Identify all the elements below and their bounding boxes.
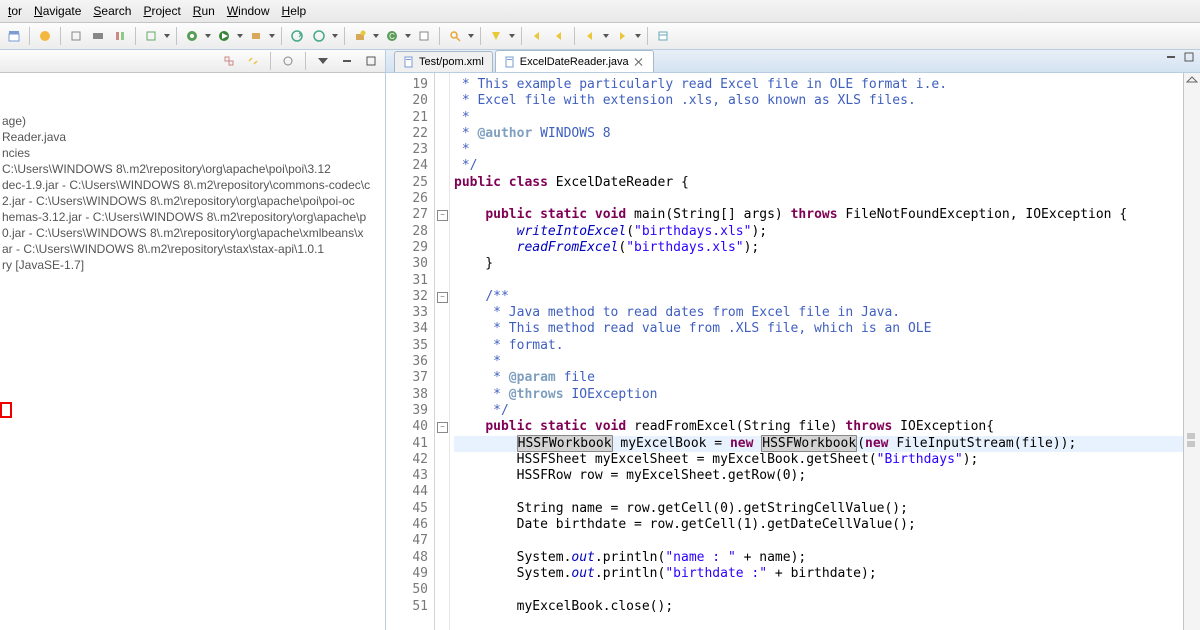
collapse-all-icon[interactable] (219, 51, 239, 71)
toolbar-button[interactable] (246, 26, 266, 46)
tree-item[interactable]: 0.jar - C:\Users\WINDOWS 8\.m2\repositor… (2, 225, 383, 241)
toolbar-button[interactable] (287, 26, 307, 46)
toolbar-button[interactable] (486, 26, 506, 46)
back-button[interactable] (527, 26, 547, 46)
new-class-button[interactable]: C (382, 26, 402, 46)
tree-item[interactable]: hemas-3.12.jar - C:\Users\WINDOWS 8\.m2\… (2, 209, 383, 225)
dropdown-icon[interactable] (204, 27, 212, 45)
menu-search[interactable]: Search (87, 2, 137, 20)
maximize-icon[interactable] (1184, 52, 1194, 62)
history-forward-button[interactable] (612, 26, 632, 46)
file-icon (504, 56, 516, 68)
dropdown-icon[interactable] (602, 27, 610, 45)
tree-item[interactable]: ar - C:\Users\WINDOWS 8\.m2\repository\s… (2, 241, 383, 257)
menu-help[interactable]: Help (276, 2, 313, 20)
maximize-icon[interactable] (361, 51, 381, 71)
menu-bar: torNavigateSearchProjectRunWindowHelp (0, 0, 1200, 23)
menu-navigate[interactable]: Navigate (28, 2, 87, 20)
file-icon (403, 56, 415, 68)
focus-icon[interactable] (278, 51, 298, 71)
fold-toggle[interactable]: − (437, 292, 448, 303)
project-tree[interactable]: age)Reader.javanciesC:\Users\WINDOWS 8\.… (0, 73, 385, 275)
tree-item[interactable]: age) (2, 113, 383, 129)
toolbar-button[interactable] (88, 26, 108, 46)
dropdown-icon[interactable] (331, 27, 339, 45)
main-toolbar: C (0, 23, 1200, 50)
toolbar-button[interactable] (110, 26, 130, 46)
code-editor[interactable]: * This example particularly read Excel f… (450, 73, 1183, 630)
dropdown-icon[interactable] (163, 27, 171, 45)
menu-tor[interactable]: tor (2, 2, 28, 20)
minimize-icon[interactable] (337, 51, 357, 71)
overview-ruler[interactable] (1183, 73, 1200, 630)
tree-item[interactable]: dec-1.9.jar - C:\Users\WINDOWS 8\.m2\rep… (2, 177, 383, 193)
tab-label: Test/pom.xml (419, 56, 484, 68)
history-back-button[interactable] (580, 26, 600, 46)
dropdown-icon[interactable] (634, 27, 642, 45)
dropdown-icon[interactable] (236, 27, 244, 45)
tree-item[interactable]: ncies (2, 145, 383, 161)
folding-strip[interactable]: − − − (435, 73, 450, 630)
toolbar-button[interactable] (35, 26, 55, 46)
line-number-gutter[interactable]: 1920212223242526272829303132333435363738… (386, 73, 435, 630)
back-button[interactable] (549, 26, 569, 46)
minimize-icon[interactable] (1166, 52, 1176, 62)
toolbar-button[interactable] (141, 26, 161, 46)
menu-run[interactable]: Run (187, 2, 221, 20)
editor-tab[interactable]: Test/pom.xml (394, 51, 493, 72)
run-button[interactable] (214, 26, 234, 46)
tree-item[interactable]: Reader.java (2, 129, 383, 145)
dropdown-icon[interactable] (404, 27, 412, 45)
link-editor-icon[interactable] (243, 51, 263, 71)
new-package-button[interactable] (350, 26, 370, 46)
toolbar-button[interactable] (309, 26, 329, 46)
dropdown-icon[interactable] (372, 27, 380, 45)
toolbar-button[interactable] (4, 26, 24, 46)
menu-project[interactable]: Project (137, 2, 186, 20)
dropdown-icon[interactable] (268, 27, 276, 45)
fold-toggle[interactable]: − (437, 210, 448, 221)
toolbar-button[interactable] (653, 26, 673, 46)
dropdown-icon[interactable] (467, 27, 475, 45)
close-icon[interactable] (633, 56, 645, 68)
error-marker (0, 402, 12, 418)
project-explorer[interactable]: age)Reader.javanciesC:\Users\WINDOWS 8\.… (0, 50, 386, 630)
editor-tab[interactable]: ExcelDateReader.java (495, 50, 654, 72)
fold-toggle[interactable]: − (437, 422, 448, 433)
toolbar-button[interactable] (66, 26, 86, 46)
view-menu-icon[interactable] (313, 51, 333, 71)
search-button[interactable] (445, 26, 465, 46)
tree-item[interactable]: C:\Users\WINDOWS 8\.m2\repository\org\ap… (2, 161, 383, 177)
editor-tabs: Test/pom.xml ExcelDateReader.java (386, 50, 1200, 73)
toolbar-button[interactable] (414, 26, 434, 46)
tree-item[interactable]: 2.jar - C:\Users\WINDOWS 8\.m2\repositor… (2, 193, 383, 209)
tab-label: ExcelDateReader.java (520, 56, 629, 68)
menu-window[interactable]: Window (221, 2, 276, 20)
tree-item[interactable]: ry [JavaSE-1.7] (2, 257, 383, 273)
debug-button[interactable] (182, 26, 202, 46)
svg-text:C: C (389, 32, 395, 41)
project-explorer-toolbar (0, 50, 385, 73)
dropdown-icon[interactable] (508, 27, 516, 45)
